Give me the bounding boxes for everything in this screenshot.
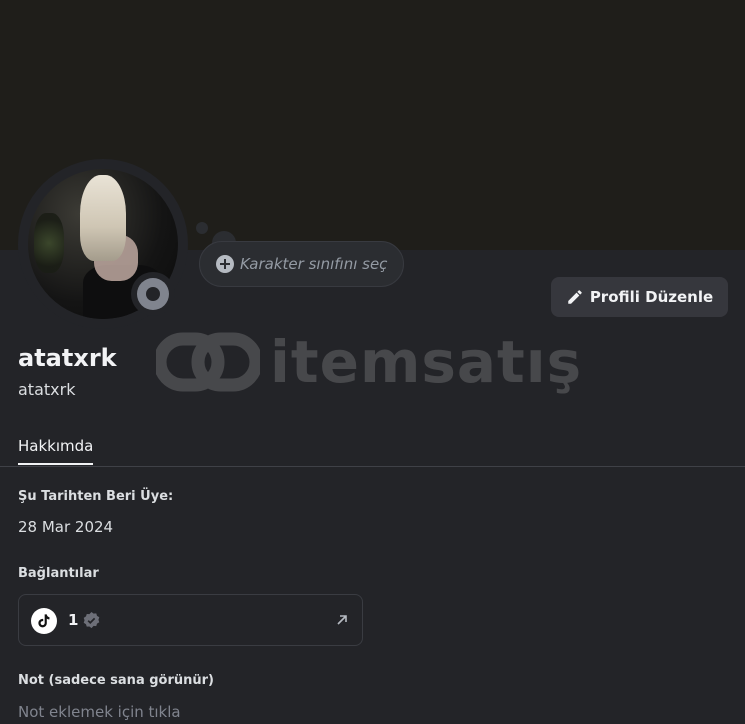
member-since-label: Şu Tarihten Beri Üye:: [18, 489, 174, 504]
note-input[interactable]: Not eklemek için tıkla: [18, 703, 181, 721]
custom-status-placeholder: Karakter sınıfını seç: [240, 255, 388, 273]
offline-status-icon: [137, 278, 169, 310]
pencil-icon: [568, 290, 582, 304]
connection-name: 1: [68, 611, 79, 629]
connections-label: Bağlantılar: [18, 566, 99, 581]
external-link-icon[interactable]: [335, 613, 349, 627]
tiktok-icon: [31, 608, 57, 634]
display-name: atatxrk: [18, 344, 117, 372]
connection-card-tiktok[interactable]: 1: [18, 594, 363, 646]
active-tab-indicator: [18, 463, 93, 465]
custom-status-button[interactable]: Karakter sınıfını seç: [199, 241, 404, 287]
itemsatis-logo-icon: [156, 332, 260, 392]
edit-profile-button[interactable]: Profili Düzenle: [551, 277, 728, 317]
tab-about[interactable]: Hakkımda: [18, 437, 93, 455]
tab-divider: [0, 466, 745, 467]
watermark: itemsatış: [156, 328, 596, 396]
thought-bubble-dot: [196, 222, 208, 234]
plus-circle-icon: [216, 255, 234, 273]
watermark-text: itemsatış: [270, 328, 583, 396]
username: atatxrk: [18, 380, 76, 399]
verified-badge-icon: [83, 611, 100, 629]
edit-profile-label: Profili Düzenle: [589, 288, 714, 306]
note-label: Not (sadece sana görünür): [18, 673, 215, 688]
member-since-date: 28 Mar 2024: [18, 518, 114, 536]
